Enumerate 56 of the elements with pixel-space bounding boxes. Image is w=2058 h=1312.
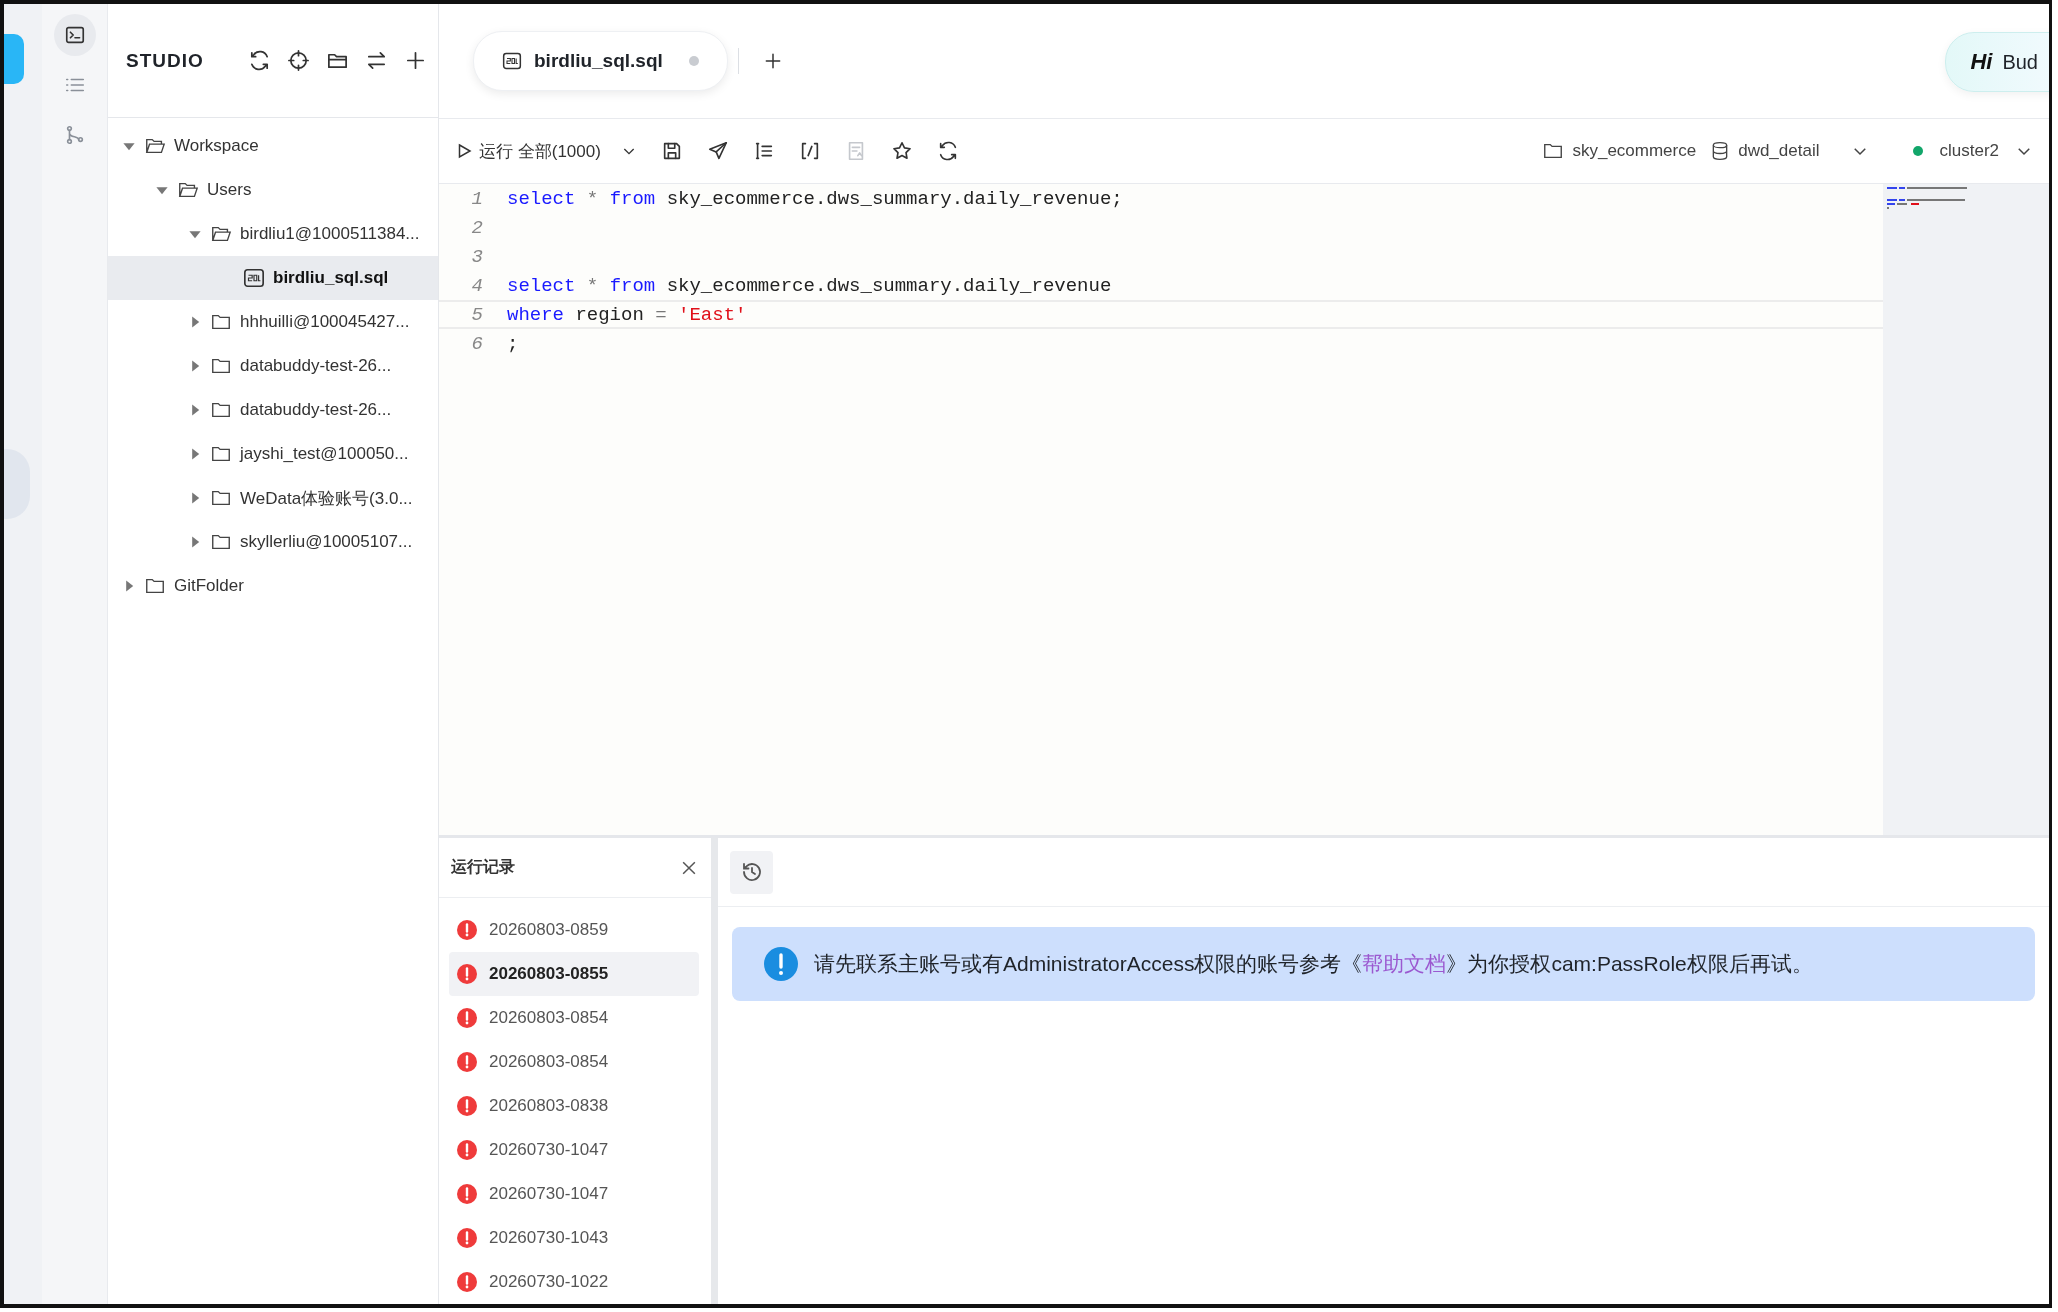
line-number: 6 — [470, 332, 483, 355]
history-icon[interactable] — [730, 850, 773, 894]
database-name[interactable]: dwd_detail — [1738, 141, 1820, 161]
run-history-item[interactable]: 20260730-1047 — [449, 1172, 699, 1216]
send-icon[interactable] — [706, 140, 729, 162]
run-history-item[interactable]: 20260803-0854 — [449, 996, 699, 1040]
file-tab[interactable]: birdliu_sql.sql — [473, 31, 728, 91]
error-icon — [457, 1052, 477, 1072]
tree-item[interactable]: Workspace — [108, 124, 438, 168]
error-icon — [457, 920, 477, 940]
run-button[interactable]: 运行 全部(1000) — [455, 139, 637, 163]
code-line: select * from sky_ecommerce.dws_summary.daily_revenue — [507, 274, 1112, 297]
run-history-item[interactable]: 20260803-0859 — [449, 908, 699, 952]
code-line: select * from sky_ecommerce.dws_summary.daily_revenue; — [507, 187, 1123, 210]
tree-item[interactable]: GitFolder — [108, 564, 438, 608]
error-icon — [457, 964, 477, 984]
error-icon — [457, 1272, 477, 1292]
code-line: where region = 'East' — [507, 303, 747, 326]
tree-item[interactable]: birdliu_sql.sql — [108, 256, 438, 300]
assistant-button[interactable]: Hi Bud — [1945, 32, 2049, 92]
line-number: 5 — [470, 303, 483, 326]
cluster-name[interactable]: cluster2 — [1939, 141, 1999, 161]
run-history-item[interactable]: 20260730-1043 — [449, 1216, 699, 1260]
error-icon — [457, 1008, 477, 1028]
tree-item[interactable]: databuddy-test-26... — [108, 344, 438, 388]
line-number: 2 — [470, 216, 483, 239]
target-icon[interactable] — [286, 49, 310, 72]
error-icon — [457, 1140, 477, 1160]
code-line: ; — [507, 332, 519, 355]
line-number: 4 — [470, 274, 483, 297]
catalog-name[interactable]: sky_ecommerce — [1572, 141, 1697, 161]
sidebar-title: STUDIO — [126, 49, 204, 72]
run-history-item[interactable]: 20260803-0855 — [449, 952, 699, 996]
error-icon — [457, 1184, 477, 1204]
tree-item[interactable]: Users — [108, 168, 438, 212]
tree-item[interactable]: databuddy-test-26... — [108, 388, 438, 432]
tree-item[interactable]: hhhuilli@100045427... — [108, 300, 438, 344]
tree-item[interactable]: birdliu1@1000511384... — [108, 212, 438, 256]
line-number: 1 — [470, 187, 483, 210]
error-icon — [457, 1228, 477, 1248]
run-history-item[interactable]: 20260730-1022 — [449, 1260, 699, 1304]
sql-file-icon — [243, 267, 265, 289]
star-icon[interactable] — [890, 140, 913, 162]
run-history-item[interactable]: 20260803-0838 — [449, 1084, 699, 1128]
run-history-item[interactable]: 20260803-0854 — [449, 1040, 699, 1084]
info-icon — [764, 947, 798, 981]
terminal-icon[interactable] — [53, 14, 96, 56]
panel-title: 运行记录 — [451, 857, 515, 877]
sql-file-icon — [502, 51, 522, 71]
error-message: 请先联系主账号或有AdministratorAccess权限的账号参考《帮助文档》为你授权cam:PassRole权限后再试。 — [814, 951, 1813, 977]
tree-item[interactable]: skyllerliu@10005107... — [108, 520, 438, 564]
tree-item[interactable]: jayshi_test@100050... — [108, 432, 438, 476]
run-history-item[interactable]: 20260730-1047 — [449, 1128, 699, 1172]
error-icon — [457, 1096, 477, 1116]
tree-item[interactable]: WeData体验账号(3.0... — [108, 476, 438, 520]
line-number: 3 — [470, 245, 483, 268]
